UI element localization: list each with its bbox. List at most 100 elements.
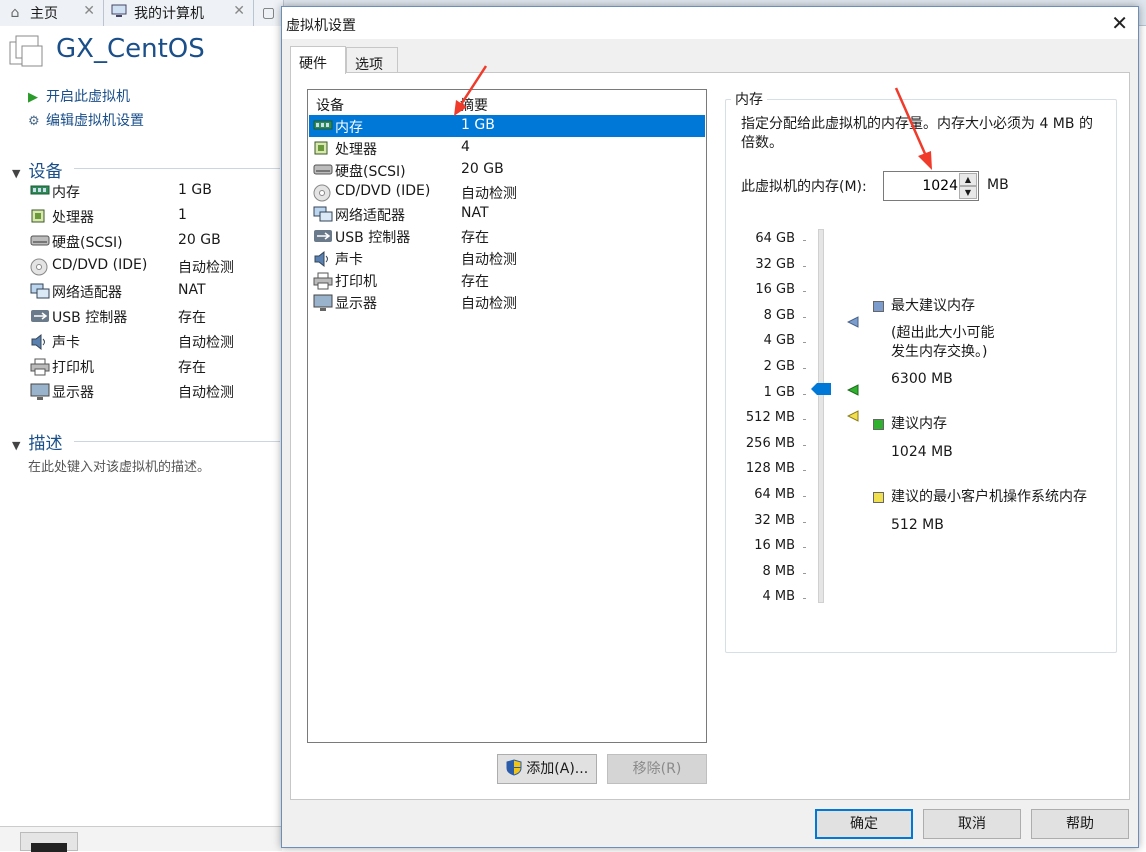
spin-down-icon[interactable]: ▼ xyxy=(959,186,977,199)
dialog-title-bar: 虚拟机设置 ✕ xyxy=(282,7,1138,39)
divider xyxy=(74,168,280,169)
annotation-arrow-icon xyxy=(454,65,488,116)
spin-up-icon[interactable]: ▲ xyxy=(959,173,977,186)
device-row[interactable]: 内存 1 GB xyxy=(30,181,280,203)
tab-my-computer[interactable]: 我的计算机 ✕ xyxy=(104,0,254,26)
device-summary: 自动检测 xyxy=(461,296,517,312)
device-list-row[interactable]: 声卡 自动检测 xyxy=(309,247,705,269)
close-icon[interactable]: ✕ xyxy=(233,3,245,19)
device-list-row[interactable]: 处理器 4 xyxy=(309,137,705,159)
edit-settings-label: 编辑虚拟机设置 xyxy=(46,113,144,129)
scale-tick-mark xyxy=(803,547,806,549)
display-icon xyxy=(30,383,50,400)
scale-tick-label: 128 MB xyxy=(745,461,795,477)
device-column-header[interactable]: 设备 xyxy=(316,95,344,115)
scale-tick-label: 1 GB xyxy=(763,384,795,400)
max-recommended-marker xyxy=(847,316,859,328)
device-row[interactable]: 声卡 自动检测 xyxy=(30,331,280,353)
tab-home[interactable]: ⌂ 主页 ✕ xyxy=(0,0,104,26)
device-summary: 4 xyxy=(461,139,470,155)
cpu-icon xyxy=(30,208,50,224)
device-row[interactable]: CD/DVD (IDE) 自动检测 xyxy=(30,256,280,278)
edit-settings-link[interactable]: ⚙ 编辑虚拟机设置 xyxy=(28,110,144,130)
scale-tick-mark xyxy=(803,496,806,497)
device-row[interactable]: 处理器 1 xyxy=(30,206,280,228)
device-summary: 20 GB xyxy=(461,161,504,177)
device-list[interactable]: 设备 摘要 内存 1 GB 处理器 4 硬盘(SCSI) 20 GB CD/DVD (IDE… xyxy=(307,89,707,743)
cd-icon xyxy=(313,184,333,202)
shield-icon xyxy=(506,759,526,777)
vm-thumbnail[interactable] xyxy=(20,832,78,852)
description-placeholder[interactable]: 在此处键入对该虚拟机的描述。 xyxy=(28,456,210,475)
device-list-row[interactable]: 网络适配器 NAT xyxy=(309,203,705,225)
memory-slider-track[interactable] xyxy=(818,229,824,603)
memory-group-title: 内存 xyxy=(731,89,767,109)
add-button[interactable]: 添加(A)... xyxy=(497,754,597,784)
scale-tick-label: 16 MB xyxy=(754,538,795,554)
device-name: 打印机 xyxy=(335,274,377,290)
hdd-icon xyxy=(30,233,50,249)
collapse-icon: ▼ xyxy=(12,439,21,452)
vm-icon: ▢ xyxy=(261,5,276,21)
close-icon[interactable]: ✕ xyxy=(83,3,95,19)
memory-input[interactable] xyxy=(886,175,958,197)
collapse-icon: ▼ xyxy=(12,167,21,180)
scale-tick-label: 64 MB xyxy=(754,487,795,502)
memory-unit: MB xyxy=(987,177,1009,193)
help-button[interactable]: 帮助 xyxy=(1031,809,1129,839)
device-row[interactable]: USB 控制器 存在 xyxy=(30,306,280,328)
devices-section-header[interactable]: ▼ 设备 xyxy=(12,157,62,182)
ok-button[interactable]: 确定 xyxy=(815,809,913,839)
scale-tick-label: 8 GB xyxy=(763,307,795,323)
vm-name-title: GX_CentOS xyxy=(56,34,205,64)
device-name: 内存 xyxy=(52,185,80,201)
device-value: 存在 xyxy=(178,310,206,326)
home-icon: ⌂ xyxy=(10,5,20,21)
device-name: CD/DVD (IDE) xyxy=(52,257,148,273)
power-on-label: 开启此虚拟机 xyxy=(46,89,130,105)
tab-hardware[interactable]: 硬件 xyxy=(290,46,346,74)
description-heading: 描述 xyxy=(28,434,63,454)
device-list-row[interactable]: 内存 1 GB xyxy=(309,115,705,137)
device-value: 存在 xyxy=(178,360,206,376)
scale-tick-label: 256 MB xyxy=(745,435,795,451)
power-on-link[interactable]: ▶ 开启此虚拟机 xyxy=(28,86,130,106)
device-name: 硬盘(SCSI) xyxy=(52,235,123,251)
tab-options[interactable]: 选项 xyxy=(346,47,398,73)
device-list-row[interactable]: USB 控制器 存在 xyxy=(309,225,705,247)
device-summary: 存在 xyxy=(461,230,489,246)
network-icon xyxy=(30,283,50,299)
device-list-row[interactable]: 打印机 存在 xyxy=(309,269,705,291)
description-section-header[interactable]: ▼ 描述 xyxy=(12,429,62,454)
device-value: 自动检测 xyxy=(178,385,234,401)
device-name: 网络适配器 xyxy=(335,208,405,224)
tab-vm[interactable]: ▢ xyxy=(254,0,284,26)
device-value: 自动检测 xyxy=(178,335,234,351)
device-row[interactable]: 网络适配器 NAT xyxy=(30,281,280,303)
display-icon xyxy=(313,294,333,311)
device-name: 打印机 xyxy=(52,360,94,376)
dialog-title: 虚拟机设置 xyxy=(286,18,356,34)
legend-swatch-min xyxy=(873,492,884,503)
usb-icon xyxy=(30,308,50,324)
legend-max-value: 6300 MB xyxy=(891,371,953,387)
scale-tick-label: 8 MB xyxy=(762,563,795,579)
device-list-row[interactable]: 硬盘(SCSI) 20 GB xyxy=(309,159,705,181)
close-icon[interactable]: ✕ xyxy=(1111,11,1128,35)
device-summary: 自动检测 xyxy=(461,186,517,202)
remove-button[interactable]: 移除(R) xyxy=(607,754,707,784)
device-row[interactable]: 显示器 自动检测 xyxy=(30,381,280,403)
device-list-row[interactable]: CD/DVD (IDE) 自动检测 xyxy=(309,181,705,203)
tab-my-computer-label: 我的计算机 xyxy=(134,6,204,22)
device-name: CD/DVD (IDE) xyxy=(335,183,431,199)
cancel-button[interactable]: 取消 xyxy=(923,809,1021,839)
scale-tick-mark xyxy=(803,342,806,344)
device-row[interactable]: 打印机 存在 xyxy=(30,356,280,378)
divider xyxy=(74,441,280,442)
memory-slider-thumb[interactable] xyxy=(811,383,831,395)
memory-spinner[interactable]: ▲ ▼ xyxy=(883,171,979,201)
device-row[interactable]: 硬盘(SCSI) 20 GB xyxy=(30,231,280,253)
printer-icon xyxy=(30,358,50,376)
device-list-row[interactable]: 显示器 自动检测 xyxy=(309,291,705,313)
recommended-marker xyxy=(847,384,859,396)
